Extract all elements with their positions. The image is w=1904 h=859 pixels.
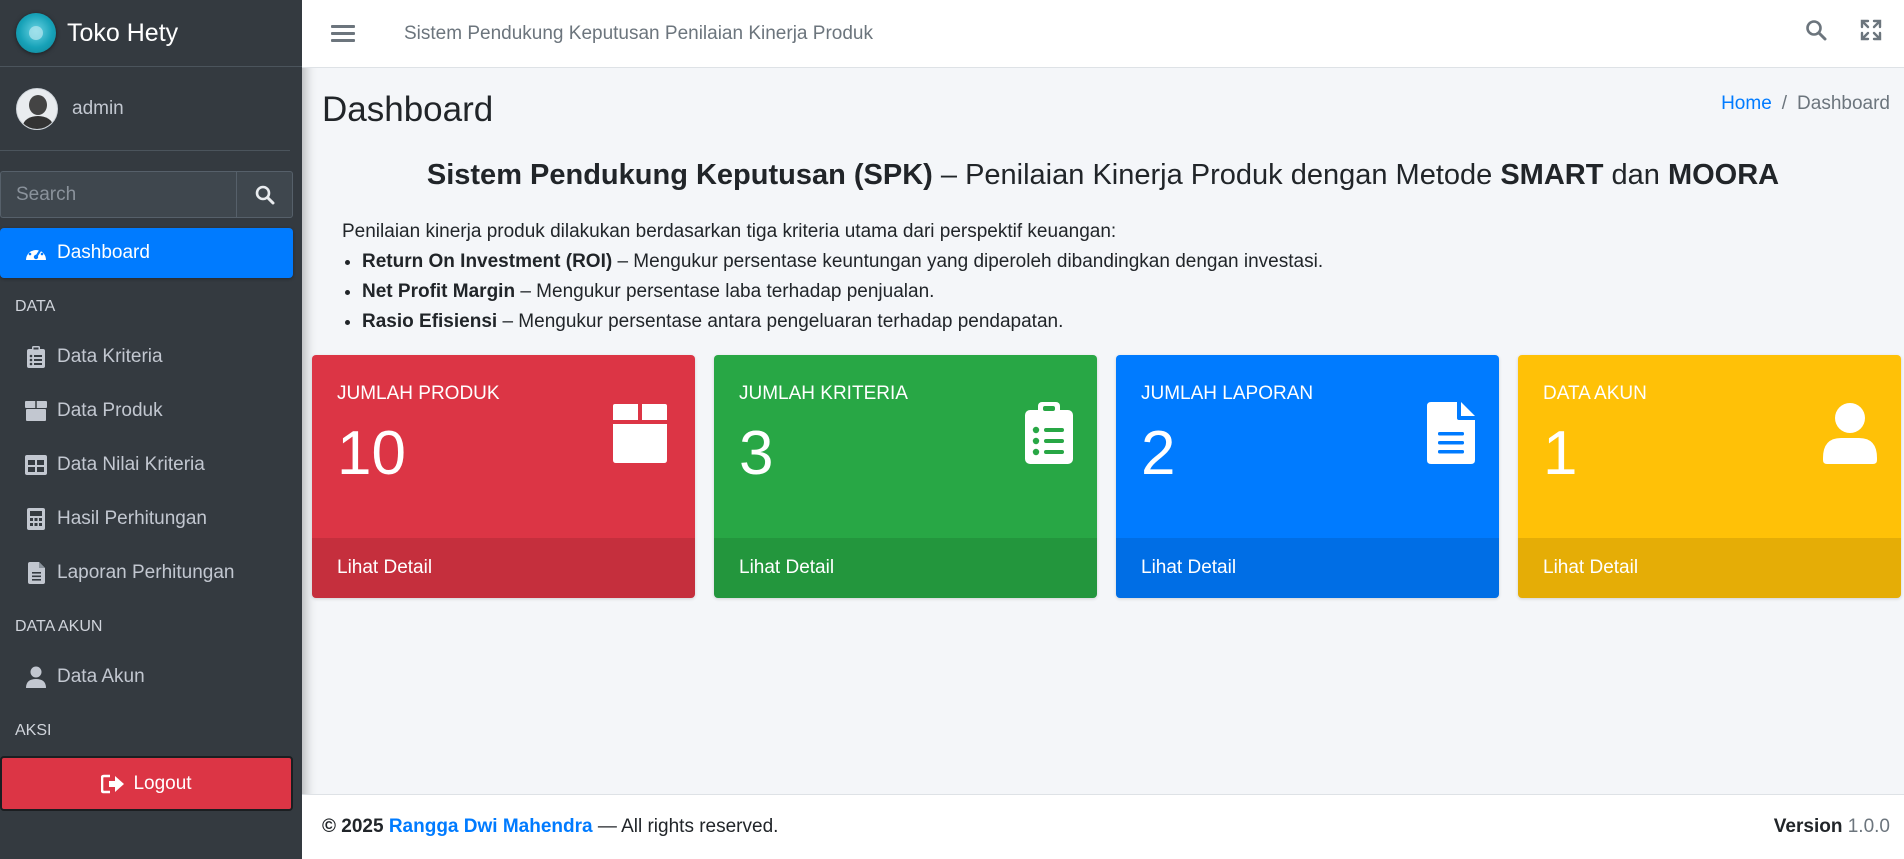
stat-box-data-akun: DATA AKUN 1 Lihat Detail xyxy=(1518,355,1901,598)
box-open-icon xyxy=(24,399,48,423)
sidebar-item-laporan-perhitungan[interactable]: Laporan Perhitungan xyxy=(0,548,293,598)
page-title: Dashboard xyxy=(322,90,494,129)
footer-version: Version 1.0.0 xyxy=(1774,816,1890,838)
sidebar-item-label: Hasil Perhitungan xyxy=(57,508,207,529)
brand-link[interactable]: Toko Hety xyxy=(0,0,302,67)
criteria-text: – Mengukur persentase keuntungan yang di… xyxy=(612,251,1324,272)
stat-detail-link[interactable]: Lihat Detail xyxy=(714,538,1097,598)
stat-value: 3 xyxy=(739,419,774,488)
user-name[interactable]: admin xyxy=(72,98,124,120)
criteria-item: Return On Investment (ROI) – Mengukur pe… xyxy=(362,247,1323,277)
sidebar-nav: Dashboard DATA Data Kriteria Data Produk… xyxy=(0,228,302,811)
search-icon xyxy=(255,185,274,204)
box-open-icon xyxy=(609,402,671,470)
top-title[interactable]: Sistem Pendukung Keputusan Penilaian Kin… xyxy=(404,23,873,45)
logout-label: Logout xyxy=(133,772,192,794)
stat-detail-link[interactable]: Lihat Detail xyxy=(1518,538,1901,598)
sidebar-item-data-akun[interactable]: Data Akun xyxy=(0,652,293,702)
breadcrumb-home-link[interactable]: Home xyxy=(1721,93,1772,114)
criteria-term: Rasio Efisiensi xyxy=(362,311,498,332)
sidebar-item-label: Data Akun xyxy=(57,666,145,687)
sidebar-search xyxy=(0,171,293,218)
sign-out-icon xyxy=(101,774,125,794)
logout-button[interactable]: Logout xyxy=(0,756,293,811)
nav-header-data: DATA xyxy=(15,298,56,315)
stat-detail-link[interactable]: Lihat Detail xyxy=(312,538,695,598)
description: Penilaian kinerja produk dilakukan berda… xyxy=(342,217,1323,337)
copyright-year: © 2025 xyxy=(322,816,384,837)
user-icon xyxy=(24,665,48,689)
sidebar-item-label: Laporan Perhitungan xyxy=(57,562,235,583)
sidebar-item-label: Data Kriteria xyxy=(57,346,163,367)
clipboard-list-icon xyxy=(24,345,48,369)
author-link[interactable]: Rangga Dwi Mahendra xyxy=(389,816,593,837)
file-icon xyxy=(24,561,48,585)
sidebar-item-dashboard[interactable]: Dashboard xyxy=(0,228,293,278)
brand-logo-icon xyxy=(16,13,56,53)
breadcrumb: Home / Dashboard xyxy=(1721,93,1890,115)
criteria-text: – Mengukur persentase laba terhadap penj… xyxy=(515,281,935,302)
file-alt-icon xyxy=(1427,402,1475,470)
stat-value: 10 xyxy=(337,419,406,488)
user-panel[interactable]: admin xyxy=(0,67,290,151)
stat-detail-link[interactable]: Lihat Detail xyxy=(1116,538,1499,598)
footer-copyright: © 2025 Rangga Dwi Mahendra — All rights … xyxy=(322,816,778,838)
tachometer-icon xyxy=(24,241,48,265)
stat-label: JUMLAH LAPORAN xyxy=(1141,383,1314,404)
stat-box-jumlah-produk: JUMLAH PRODUK 10 Lihat Detail xyxy=(312,355,695,598)
sidebar-item-data-nilai-kriteria[interactable]: Data Nilai Kriteria xyxy=(0,440,293,490)
description-intro: Penilaian kinerja produk dilakukan berda… xyxy=(342,221,1117,242)
sidebar-item-hasil-perhitungan[interactable]: Hasil Perhitungan xyxy=(0,494,293,544)
brand-name: Toko Hety xyxy=(67,18,179,47)
search-button[interactable] xyxy=(236,171,293,218)
headline-smart: SMART xyxy=(1500,159,1604,191)
sidebar-item-data-kriteria[interactable]: Data Kriteria xyxy=(0,332,293,382)
nav-header-data-akun: DATA AKUN xyxy=(15,618,103,635)
sidebar-item-label: Dashboard xyxy=(57,242,150,263)
stat-label: JUMLAH PRODUK xyxy=(337,383,500,404)
criteria-list: Return On Investment (ROI) – Mengukur pe… xyxy=(362,247,1323,337)
criteria-text: – Mengukur persentase antara pengeluaran… xyxy=(497,311,1064,332)
sidebar-item-label: Data Produk xyxy=(57,400,163,421)
stat-value: 1 xyxy=(1543,419,1578,488)
stat-box-jumlah-kriteria: JUMLAH KRITERIA 3 Lihat Detail xyxy=(714,355,1097,598)
criteria-term: Return On Investment (ROI) xyxy=(362,251,613,272)
main-content: Dashboard Home / Dashboard Sistem Pendukun… xyxy=(302,68,1904,794)
version-label: Version xyxy=(1773,816,1843,837)
stat-value: 2 xyxy=(1141,419,1176,488)
criteria-term: Net Profit Margin xyxy=(362,281,516,302)
stat-label: DATA AKUN xyxy=(1543,383,1647,404)
nav-header-aksi: AKSI xyxy=(15,722,52,739)
stat-label: JUMLAH KRITERIA xyxy=(739,383,908,404)
criteria-item: Net Profit Margin – Mengukur persentase … xyxy=(362,277,1323,307)
user-icon xyxy=(1823,402,1877,470)
sidebar-item-label: Data Nilai Kriteria xyxy=(57,454,205,475)
clipboard-list-icon xyxy=(1025,402,1073,470)
sidebar-item-data-produk[interactable]: Data Produk xyxy=(0,386,293,436)
breadcrumb-separator: / xyxy=(1781,93,1788,114)
menu-toggle-icon[interactable] xyxy=(331,25,355,42)
table-icon xyxy=(24,453,48,477)
top-navbar: Sistem Pendukung Keputusan Penilaian Kin… xyxy=(302,0,1904,68)
breadcrumb-current: Dashboard xyxy=(1797,93,1890,114)
avatar xyxy=(16,87,58,130)
rights-text: — All rights reserved. xyxy=(592,816,779,837)
calculator-icon xyxy=(24,507,48,531)
headline-text: – Penilaian Kinerja Produk dengan Metode xyxy=(932,159,1501,191)
page-footer: © 2025 Rangga Dwi Mahendra — All rights … xyxy=(302,794,1904,859)
headline-spk: Sistem Pendukung Keputusan (SPK) xyxy=(426,159,933,191)
sidebar: Toko Hety admin Dashboard DATA Data Krit… xyxy=(0,0,302,859)
headline: Sistem Pendukung Keputusan (SPK) – Penil… xyxy=(302,159,1904,192)
stat-box-jumlah-laporan: JUMLAH LAPORAN 2 Lihat Detail xyxy=(1116,355,1499,598)
headline-moora: MOORA xyxy=(1667,159,1780,191)
version-number: 1.0.0 xyxy=(1847,816,1890,837)
navbar-search-icon[interactable] xyxy=(1805,19,1827,41)
search-input[interactable] xyxy=(0,171,236,218)
fullscreen-icon[interactable] xyxy=(1860,19,1882,41)
headline-dan: dan xyxy=(1603,159,1668,191)
criteria-item: Rasio Efisiensi – Mengukur persentase an… xyxy=(362,307,1323,337)
